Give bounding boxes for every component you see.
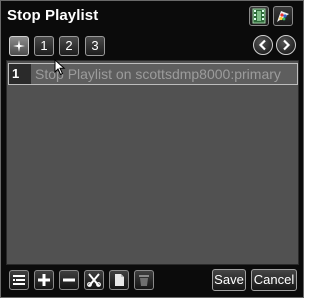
add-button[interactable] [34,270,54,290]
tab-star[interactable] [9,36,29,56]
dialog-title: Stop Playlist [7,7,99,24]
next-button[interactable] [276,35,296,55]
film-icon[interactable] [249,6,269,26]
delete-button[interactable] [134,270,154,290]
mouse-cursor-icon [54,59,66,76]
scissors-icon [87,273,101,287]
copy-button[interactable] [109,270,129,290]
playlist-list[interactable]: 1 Stop Playlist on scottsdmp8000:primary [6,60,299,265]
row-text: Stop Playlist on scottsdmp8000:primary [35,66,281,82]
chevron-left-icon [258,39,266,51]
row-index: 1 [9,64,31,84]
tab-3[interactable]: 3 [85,36,105,56]
list-icon [13,275,25,285]
star-icon [13,40,25,52]
minus-icon [63,278,75,282]
cut-button[interactable] [84,270,104,290]
remove-button[interactable] [59,270,79,290]
trash-icon [139,275,149,286]
stop-playlist-dialog: Stop Playlist 1 2 3 1 Stop Playlist on s… [0,0,304,298]
tab-2[interactable]: 2 [59,36,79,56]
list-options-button[interactable] [9,270,29,290]
list-item[interactable]: 1 Stop Playlist on scottsdmp8000:primary [8,63,298,85]
previous-button[interactable] [253,35,273,55]
cancel-button[interactable]: Cancel [251,269,297,291]
chevron-right-icon [283,39,291,51]
copy-icon [115,274,124,286]
plus-icon [38,274,50,286]
palette-icon[interactable] [273,6,293,26]
save-button[interactable]: Save [212,269,246,291]
tab-1[interactable]: 1 [34,36,54,56]
